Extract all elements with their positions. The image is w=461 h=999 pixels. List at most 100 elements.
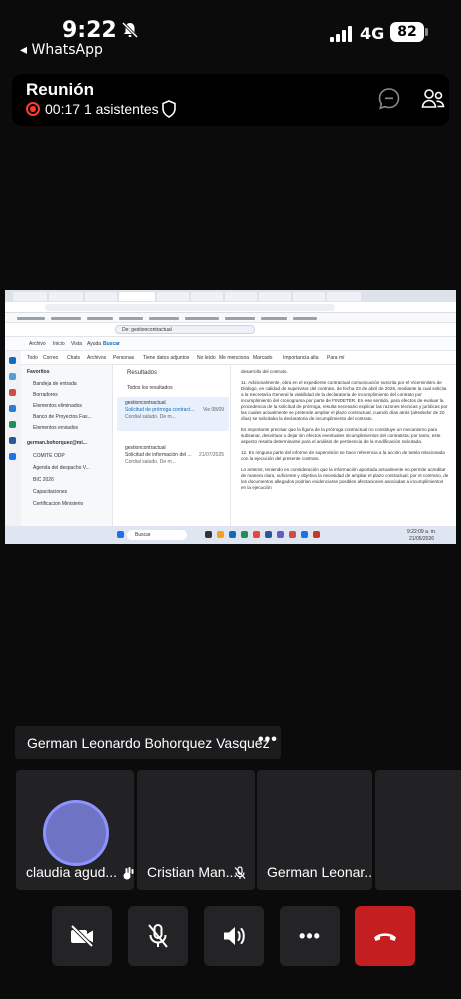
bookmark <box>293 317 317 320</box>
outlook-menu-item: Archivo <box>29 341 46 347</box>
camera-toggle-button[interactable] <box>52 906 112 966</box>
bookmark <box>51 317 81 320</box>
taskbar-app-icon <box>313 531 320 538</box>
signal-icon <box>330 26 352 42</box>
bookmark <box>17 317 45 320</box>
filter-chip: No leído <box>197 355 216 361</box>
end-call-button[interactable] <box>355 906 415 966</box>
outlook-search-text: De: gestioncontractual <box>122 327 172 333</box>
active-speaker-bar[interactable]: German Leonardo Bohorquez Vasquez ••• <box>15 726 281 759</box>
battery-level: 82 <box>390 22 424 42</box>
app-rail-icon <box>9 389 16 396</box>
status-bar: 9:22 ◂ WhatsApp 4G 82 <box>0 0 461 64</box>
app-rail-icon <box>9 405 16 412</box>
taskbar-date: 21/05/2026 <box>409 536 435 542</box>
back-to-app-link[interactable]: ◂ WhatsApp <box>20 42 103 58</box>
battery-tip <box>425 28 428 36</box>
folder-item: Borradores <box>33 392 58 398</box>
browser-tab <box>85 292 117 301</box>
mic-toggle-button[interactable] <box>128 906 188 966</box>
taskbar-app-icon <box>277 531 284 538</box>
browser-tab <box>293 292 325 301</box>
browser-tab-strip <box>5 290 456 302</box>
meeting-title: Reunión <box>26 80 94 99</box>
more-options-icon: ••• <box>299 925 321 946</box>
bookmark <box>119 317 143 320</box>
app-rail-icon <box>9 357 16 364</box>
taskbar-search: Buscar <box>127 530 187 540</box>
outlook-menu-item: Ayuda <box>87 341 102 347</box>
speaker-button[interactable] <box>204 906 264 966</box>
browser-tab <box>119 292 155 301</box>
participant-tile[interactable]: Cristian Man... <box>137 770 255 890</box>
meeting-duration: 00:17 <box>45 101 81 117</box>
bookmark <box>261 317 287 320</box>
browser-tab <box>259 292 291 301</box>
outlook-folder-pane: Favoritos Bandeja de entrada Borradores … <box>21 365 113 526</box>
network-type: 4G <box>360 24 385 43</box>
outlook-filter-bar: Todo Correo Chats Archivos Personas Tien… <box>5 351 456 365</box>
recording-icon <box>26 102 40 116</box>
bookmark <box>87 317 113 320</box>
taskbar-app-icon <box>301 531 308 538</box>
result-sender: gestioncontractual <box>125 400 166 406</box>
participants-icon[interactable] <box>420 86 446 112</box>
app-rail-icon <box>9 453 16 460</box>
clock: 9:22 <box>62 18 117 43</box>
url-field <box>45 304 335 311</box>
taskbar-app-icon <box>253 531 260 538</box>
folder-item: german.bohorquez@mi... <box>27 440 87 446</box>
result-subject: Solicitud de información del ... <box>125 452 192 458</box>
outlook-search-box: De: gestioncontractual <box>115 325 255 334</box>
taskbar-search-text: Buscar <box>135 532 151 538</box>
result-sender: gestioncontractual <box>125 445 166 451</box>
reading-text: desarrollo del contrato. 11. Adicionalme… <box>241 369 449 491</box>
folder-item: Elementos enviados <box>33 425 79 431</box>
app-rail-icon <box>9 373 16 380</box>
speaker-more-button[interactable]: ••• <box>258 731 278 749</box>
browser-tab <box>49 292 83 301</box>
browser-tab <box>157 292 189 301</box>
chat-icon[interactable] <box>376 86 402 112</box>
bookmark <box>149 317 179 320</box>
folder-item: Agenda del despacho V... <box>33 465 90 471</box>
reading-paragraph: 11. Adicionalmente, obra en el expedient… <box>241 380 448 421</box>
filter-chip: Archivos <box>87 355 107 361</box>
reading-paragraph: desarrollo del contrato. <box>241 369 288 374</box>
outlook-reading-pane: desarrollo del contrato. 11. Adicionalme… <box>231 365 456 526</box>
call-controls: ••• <box>0 906 461 966</box>
bookmarks-bar <box>5 313 456 323</box>
speaker-icon <box>224 927 245 945</box>
shield-icon[interactable] <box>161 100 177 118</box>
taskbar-app-icon <box>205 531 212 538</box>
camera-off-icon <box>70 924 94 948</box>
filter-chip: Tiene datos adjuntos <box>143 355 190 361</box>
filter-chip: Correo <box>43 355 59 361</box>
more-options-button[interactable]: ••• <box>280 906 340 966</box>
app-rail-icon <box>9 437 16 444</box>
result-item: gestioncontractual Solicitud de prórroga… <box>117 397 229 431</box>
participant-tile[interactable]: claudia agud... <box>16 770 134 890</box>
participant-tile[interactable]: German Leonar... <box>257 770 372 890</box>
folder-item: Banco de Proyectos Fas... <box>33 414 92 420</box>
avatar <box>43 800 109 866</box>
result-date: Vie 08/09 <box>203 407 225 413</box>
filter-chip: Para mí <box>327 355 345 361</box>
filter-chip: Marcado <box>253 355 273 361</box>
browser-tab <box>225 292 257 301</box>
folder-item: Favoritos <box>27 369 50 375</box>
hand-raise-icon <box>123 867 134 880</box>
windows-start-icon <box>117 531 124 538</box>
participant-tile[interactable] <box>375 770 461 890</box>
result-preview: Cordial saludo. De m... <box>125 459 176 465</box>
bookmark <box>225 317 255 320</box>
folder-item: Bandeja de entrada <box>33 381 77 387</box>
windows-taskbar: Buscar 9:22:09 a. m. 21/05/2026 <box>5 526 456 544</box>
bell-slash-icon <box>121 21 139 39</box>
participant-name: Cristian Man... <box>147 864 238 880</box>
outlook-menu-bar: Archivo Inicio Vista Ayuda Buscar <box>5 337 456 351</box>
browser-tab <box>327 292 361 301</box>
filter-chip: Me menciona <box>219 355 250 361</box>
folder-item: BIC 2026 <box>33 477 54 483</box>
active-speaker-name: German Leonardo Bohorquez Vasquez <box>27 735 270 751</box>
